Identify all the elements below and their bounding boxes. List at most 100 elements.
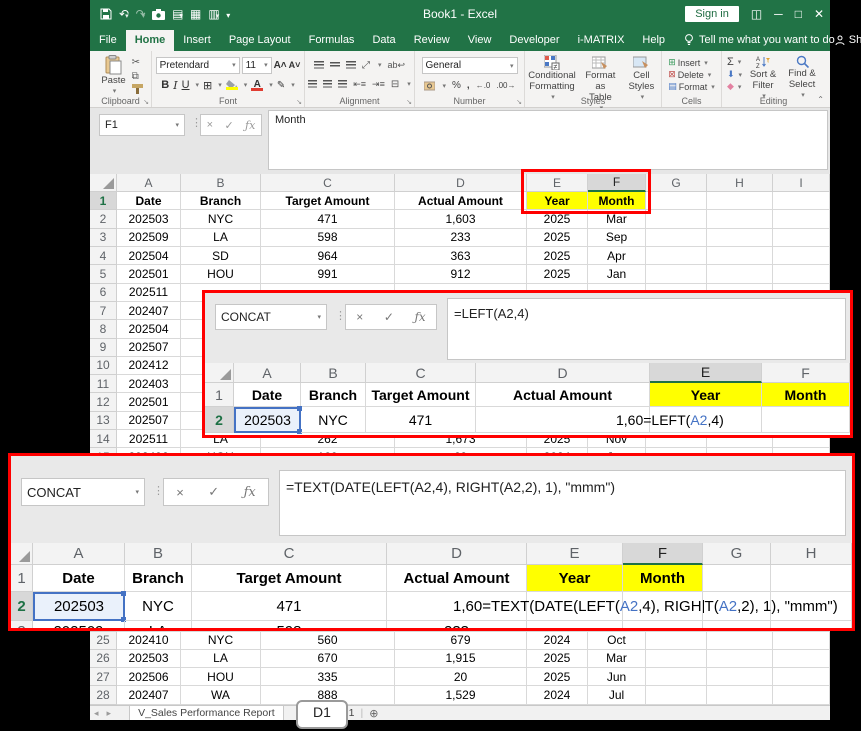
cell-G4[interactable] [646, 247, 707, 265]
column-header-I[interactable]: I [773, 174, 830, 192]
ribbon-tab-home[interactable]: Home [126, 30, 175, 51]
cell-G5[interactable] [646, 265, 707, 283]
column-header-E[interactable]: E [650, 363, 762, 383]
orientation-icon[interactable]: ⤢ [362, 60, 370, 71]
sort-filter-button[interactable]: AZ Sort & Filter▾ [745, 54, 781, 102]
cell-A12[interactable]: 202501 [117, 393, 181, 411]
fill-color-icon[interactable] [226, 80, 238, 90]
cell-G3[interactable] [646, 229, 707, 247]
select-all-corner[interactable] [205, 363, 234, 383]
cell-A3[interactable]: 202509 [117, 229, 181, 247]
cell-A28[interactable]: 202407 [117, 686, 181, 704]
cell-F5[interactable]: Jan [588, 265, 646, 283]
cell-F4[interactable]: Apr [588, 247, 646, 265]
fill-button[interactable]: ⬇▾ [727, 69, 742, 80]
inset2-cancel-icon[interactable]: × [176, 485, 184, 500]
cell-G27[interactable] [646, 668, 707, 686]
cell-F1[interactable]: Month [588, 192, 646, 210]
cell-F1[interactable]: Month [762, 383, 850, 407]
column-header-G[interactable]: G [646, 174, 707, 192]
cut-icon[interactable]: ✂ [132, 56, 143, 69]
borders-dropdown-icon[interactable]: ▾ [218, 81, 222, 89]
name-box[interactable]: F1▾ [99, 114, 185, 136]
cell-E27[interactable]: 2025 [527, 668, 588, 686]
insert-function-icon[interactable]: ƒx [245, 119, 255, 132]
inset2-enter-icon[interactable]: ✓ [208, 484, 219, 500]
cell-C1[interactable]: Target Amount [261, 192, 395, 210]
cell-E28[interactable]: 2024 [527, 686, 588, 704]
cell-A1[interactable]: Date [234, 383, 301, 407]
row-header-1[interactable]: 1 [205, 383, 234, 407]
prev-sheet-icon[interactable]: ◂ [94, 708, 99, 719]
align-middle-icon[interactable] [330, 62, 340, 68]
bold-button[interactable]: B [161, 79, 169, 91]
accounting-dropdown-icon[interactable]: ▾ [443, 82, 447, 90]
cell-I2[interactable] [773, 210, 830, 228]
sheet-tab[interactable]: V_Sales Performance Report [129, 706, 284, 720]
row-header-1[interactable]: 1 [90, 192, 117, 210]
cell-B2[interactable]: NYC [125, 592, 192, 621]
cell-A4[interactable]: 202504 [117, 247, 181, 265]
cell-G26[interactable] [646, 650, 707, 668]
row-header-13[interactable]: 13 [90, 412, 117, 430]
qat-paste-special-icon[interactable]: ▥▾ [208, 8, 219, 20]
cell-A7[interactable]: 202407 [117, 302, 181, 320]
cell-C26[interactable]: 670 [261, 650, 395, 668]
cell-B3[interactable]: LA [181, 229, 261, 247]
row-header-5[interactable]: 5 [90, 265, 117, 283]
cell-H28[interactable] [707, 686, 773, 704]
cell-E25[interactable]: 2024 [527, 632, 588, 650]
column-header-D[interactable]: D [476, 363, 650, 383]
share-button[interactable]: Share [835, 34, 861, 51]
cell-A3[interactable]: 202509 [33, 621, 125, 631]
row-header-2[interactable]: 2 [90, 210, 117, 228]
row-header-9[interactable]: 9 [90, 339, 117, 357]
row-header-1[interactable]: 1 [11, 565, 33, 592]
column-header-A[interactable]: A [117, 174, 181, 192]
orientation-dropdown-icon[interactable]: ▾ [378, 61, 382, 69]
clipboard-dialog-launcher-icon[interactable]: ↘ [143, 98, 149, 106]
select-all-corner[interactable] [11, 543, 33, 565]
cell-G1[interactable] [703, 565, 771, 592]
cell-E1[interactable]: Year [650, 383, 762, 407]
cell-A25[interactable]: 202410 [117, 632, 181, 650]
cell-B27[interactable]: HOU [181, 668, 261, 686]
row-header-10[interactable]: 10 [90, 357, 117, 375]
inset2-name-box[interactable]: CONCAT▾ [21, 478, 145, 506]
grow-font-icon[interactable]: A˄ [274, 60, 287, 71]
cell-A10[interactable]: 202412 [117, 357, 181, 375]
cell-E2[interactable]: 2025 [527, 210, 588, 228]
cell-F1[interactable]: Month [623, 565, 703, 592]
row-header-27[interactable]: 27 [90, 668, 117, 686]
new-sheet-icon[interactable]: ⊕ [369, 707, 378, 720]
insert-cells-button[interactable]: ⊞Insert▾ [668, 57, 715, 68]
cell-B3[interactable]: LA [125, 621, 192, 631]
column-header-C[interactable]: C [192, 543, 387, 565]
column-header-E[interactable]: E [527, 543, 623, 565]
column-header-A[interactable]: A [234, 363, 301, 383]
cell-D1[interactable]: Actual Amount [476, 383, 650, 407]
row-header-7[interactable]: 7 [90, 302, 117, 320]
cell-I27[interactable] [773, 668, 830, 686]
cell-C5[interactable]: 991 [261, 265, 395, 283]
row-header-2[interactable]: 2 [205, 407, 234, 433]
cell-E26[interactable]: 2025 [527, 650, 588, 668]
cell-B5[interactable]: HOU [181, 265, 261, 283]
cell-I25[interactable] [773, 632, 830, 650]
cell-A14[interactable]: 202511 [117, 430, 181, 448]
maximize-button[interactable]: □ [795, 8, 802, 20]
cell-F2[interactable] [762, 407, 850, 433]
cell-E5[interactable]: 2025 [527, 265, 588, 283]
cell-B2[interactable]: NYC [301, 407, 366, 433]
column-header-B[interactable]: B [301, 363, 366, 383]
wrap-text-icon[interactable]: ab↩ [387, 60, 405, 71]
cell-F25[interactable]: Oct [588, 632, 646, 650]
cell-A11[interactable]: 202403 [117, 375, 181, 393]
increase-indent-icon[interactable]: ⇥≡ [372, 79, 385, 90]
cell-D1[interactable]: Actual Amount [387, 565, 527, 592]
cell-D28[interactable]: 1,529 [395, 686, 527, 704]
cell-A2[interactable]: 202503 [33, 592, 125, 621]
cell-I4[interactable] [773, 247, 830, 265]
shrink-font-icon[interactable]: A˅ [289, 60, 301, 70]
merge-dropdown-icon[interactable]: ▾ [407, 80, 411, 88]
